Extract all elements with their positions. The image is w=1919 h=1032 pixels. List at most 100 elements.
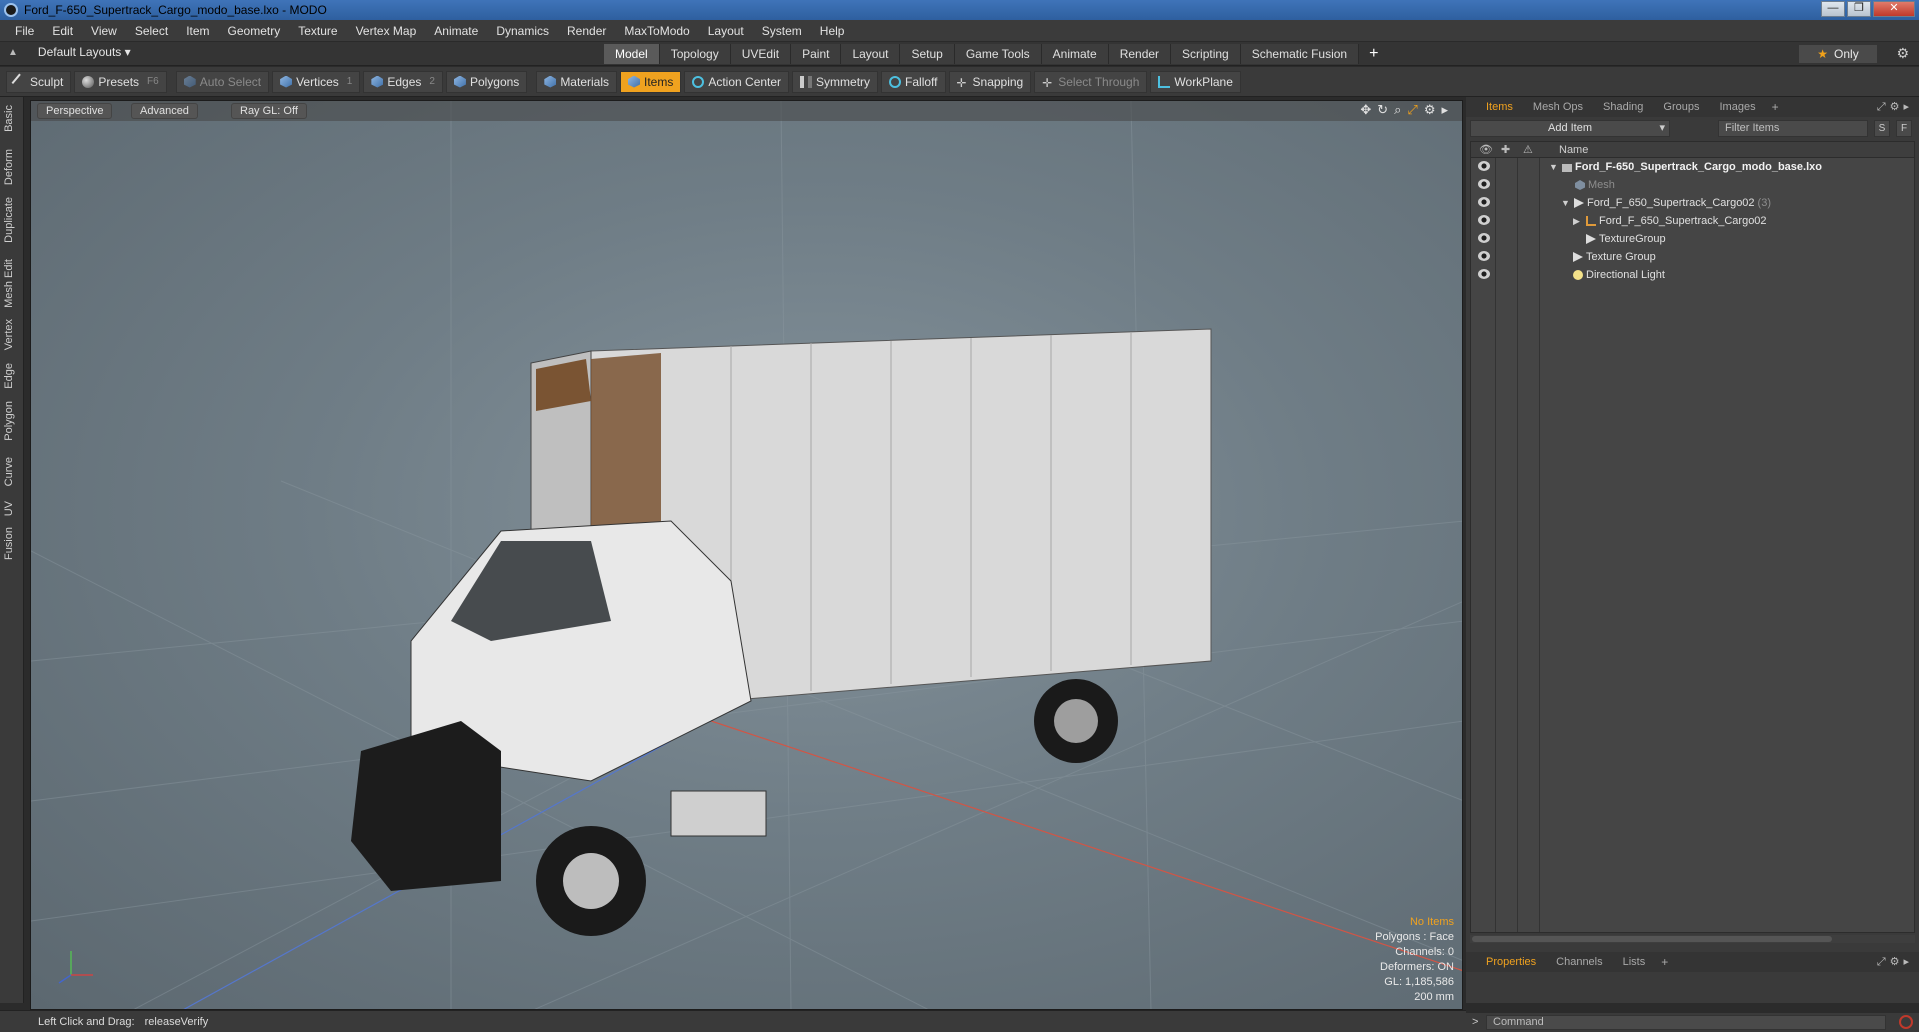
eye-icon[interactable] [1478,215,1490,225]
tree-row[interactable]: ▼ Ford_F_650_Supertrack_Cargo02 (3) [1471,194,1914,212]
stop-icon[interactable] [1899,1015,1913,1029]
render-header-icon[interactable]: ⚠ [1523,143,1533,156]
menu-dynamics[interactable]: Dynamics [487,24,558,38]
tab-lists[interactable]: Lists [1613,954,1656,970]
sculpt-button[interactable]: Sculpt [6,70,72,93]
left-tab-duplicate[interactable]: Duplicate [3,197,15,243]
tab-layout[interactable]: Layout [841,44,901,64]
menu-select[interactable]: Select [126,24,177,38]
maximize-viewport-icon[interactable]: ⤢ [1407,102,1417,118]
lock-header-icon[interactable]: ✚ [1501,143,1510,156]
tab-properties[interactable]: Properties [1476,954,1546,970]
filter-items-input[interactable]: Filter Items [1718,120,1868,137]
left-tab-deform[interactable]: Deform [3,149,15,185]
select-through-button[interactable]: ✛ Select Through [1034,70,1148,93]
tree-row[interactable]: ▶ Ford_F_650_Supertrack_Cargo02 [1471,212,1914,230]
viewport-menu-icon[interactable]: ▸ [1441,102,1448,118]
menu-animate[interactable]: Animate [425,24,487,38]
menu-view[interactable]: View [82,24,126,38]
add-tab-button[interactable]: + [1359,44,1388,64]
vertices-button[interactable]: Vertices 1 [272,70,361,93]
tree-row[interactable]: Directional Light [1471,266,1914,284]
eye-icon[interactable] [1478,179,1490,189]
tab-schematic-fusion[interactable]: Schematic Fusion [1240,44,1360,64]
tab-groups[interactable]: Groups [1653,99,1709,115]
left-tab-uv[interactable]: UV [3,501,15,516]
collapse-icon[interactable]: ▲ [8,47,18,58]
3d-viewport[interactable]: Perspective Advanced Ray GL: Off ✥ ↻ ⌕ ⤢… [30,100,1463,1010]
advanced-button[interactable]: Advanced [131,103,198,119]
eye-icon[interactable] [1478,197,1490,207]
add-properties-tab-button[interactable]: + [1655,955,1674,969]
left-tab-basic[interactable]: Basic [3,105,15,132]
add-item-dropdown[interactable]: Add Item ▾ [1470,120,1670,137]
viewport-settings-icon[interactable]: ⚙ [1424,102,1436,118]
menu-texture[interactable]: Texture [289,24,346,38]
add-panel-tab-button[interactable]: + [1766,100,1785,114]
workplane-button[interactable]: WorkPlane [1150,70,1241,93]
left-tab-polygon[interactable]: Polygon [3,401,15,441]
left-tab-curve[interactable]: Curve [3,457,15,486]
falloff-button[interactable]: Falloff [881,70,946,93]
close-button[interactable]: ✕ [1873,1,1915,17]
tab-setup[interactable]: Setup [900,44,955,64]
view-mode-button[interactable]: Perspective [37,103,113,119]
menu-item[interactable]: Item [177,24,218,38]
action-center-button[interactable]: Action Center [684,70,790,93]
ray-gl-button[interactable]: Ray GL: Off [231,103,307,119]
tree-row[interactable]: ▼ Ford_F-650_Supertrack_Cargo_modo_base.l… [1471,158,1914,176]
command-history-icon[interactable]: > [1472,1016,1478,1028]
tab-mesh-ops[interactable]: Mesh Ops [1523,99,1593,115]
tree-row[interactable]: Mesh [1471,176,1914,194]
tab-game-tools[interactable]: Game Tools [954,44,1042,64]
menu-edit[interactable]: Edit [43,24,82,38]
minimize-button[interactable]: — [1821,1,1845,17]
expand-arrow-icon[interactable]: ▼ [1561,198,1571,208]
left-tab-mesh-edit[interactable]: Mesh Edit [3,259,15,308]
eye-icon[interactable] [1478,251,1490,261]
tab-topology[interactable]: Topology [659,44,731,64]
eye-icon[interactable] [1478,161,1490,171]
eye-icon[interactable] [1478,233,1490,243]
tree-horizontal-scrollbar[interactable] [1470,935,1915,943]
tab-model[interactable]: Model [604,44,660,64]
tab-uvedit[interactable]: UVEdit [730,44,792,64]
panel-options-icons[interactable]: ⤢⚙▸ [1877,100,1913,114]
menu-vertex-map[interactable]: Vertex Map [347,24,426,38]
menu-system[interactable]: System [753,24,811,38]
gear-icon[interactable]: ⚙ [1896,45,1909,62]
left-tab-vertex[interactable]: Vertex [3,319,15,350]
tree-row[interactable]: Texture Group [1471,248,1914,266]
menu-help[interactable]: Help [811,24,854,38]
tab-channels[interactable]: Channels [1546,954,1612,970]
tab-shading[interactable]: Shading [1593,99,1653,115]
eye-icon[interactable] [1478,269,1490,279]
menu-layout[interactable]: Layout [699,24,753,38]
s-toggle-button[interactable]: S [1874,120,1890,137]
tab-animate[interactable]: Animate [1041,44,1109,64]
command-input[interactable]: Command [1486,1015,1886,1030]
tab-paint[interactable]: Paint [791,44,842,64]
auto-select-button[interactable]: Auto Select [175,70,270,93]
pan-icon[interactable]: ✥ [1360,102,1371,118]
expand-arrow-icon[interactable]: ▼ [1549,162,1559,172]
only-toggle[interactable]: ★ Only [1799,45,1877,63]
tab-scripting[interactable]: Scripting [1171,44,1241,64]
tab-items[interactable]: Items [1476,99,1523,115]
tab-render[interactable]: Render [1108,44,1172,64]
tab-images[interactable]: Images [1710,99,1766,115]
menu-render[interactable]: Render [558,24,615,38]
visibility-header-icon[interactable]: 👁 [1479,143,1493,156]
properties-options-icons[interactable]: ⤢⚙▸ [1877,955,1913,969]
left-tab-edge[interactable]: Edge [3,363,15,389]
f-toggle-button[interactable]: F [1896,120,1912,137]
expand-arrow-icon[interactable]: ▶ [1573,216,1583,227]
layout-selector[interactable]: ▲ Default Layouts ▾ [8,45,131,59]
name-column-header[interactable]: Name [1559,144,1588,156]
presets-button[interactable]: Presets F6 [74,70,167,93]
maximize-button[interactable]: ❐ [1847,1,1871,17]
snapping-button[interactable]: ✛ Snapping [948,70,1032,93]
polygons-button[interactable]: Polygons [445,70,528,93]
menu-file[interactable]: File [6,24,43,38]
menu-maxtomodo[interactable]: MaxToModo [615,24,698,38]
